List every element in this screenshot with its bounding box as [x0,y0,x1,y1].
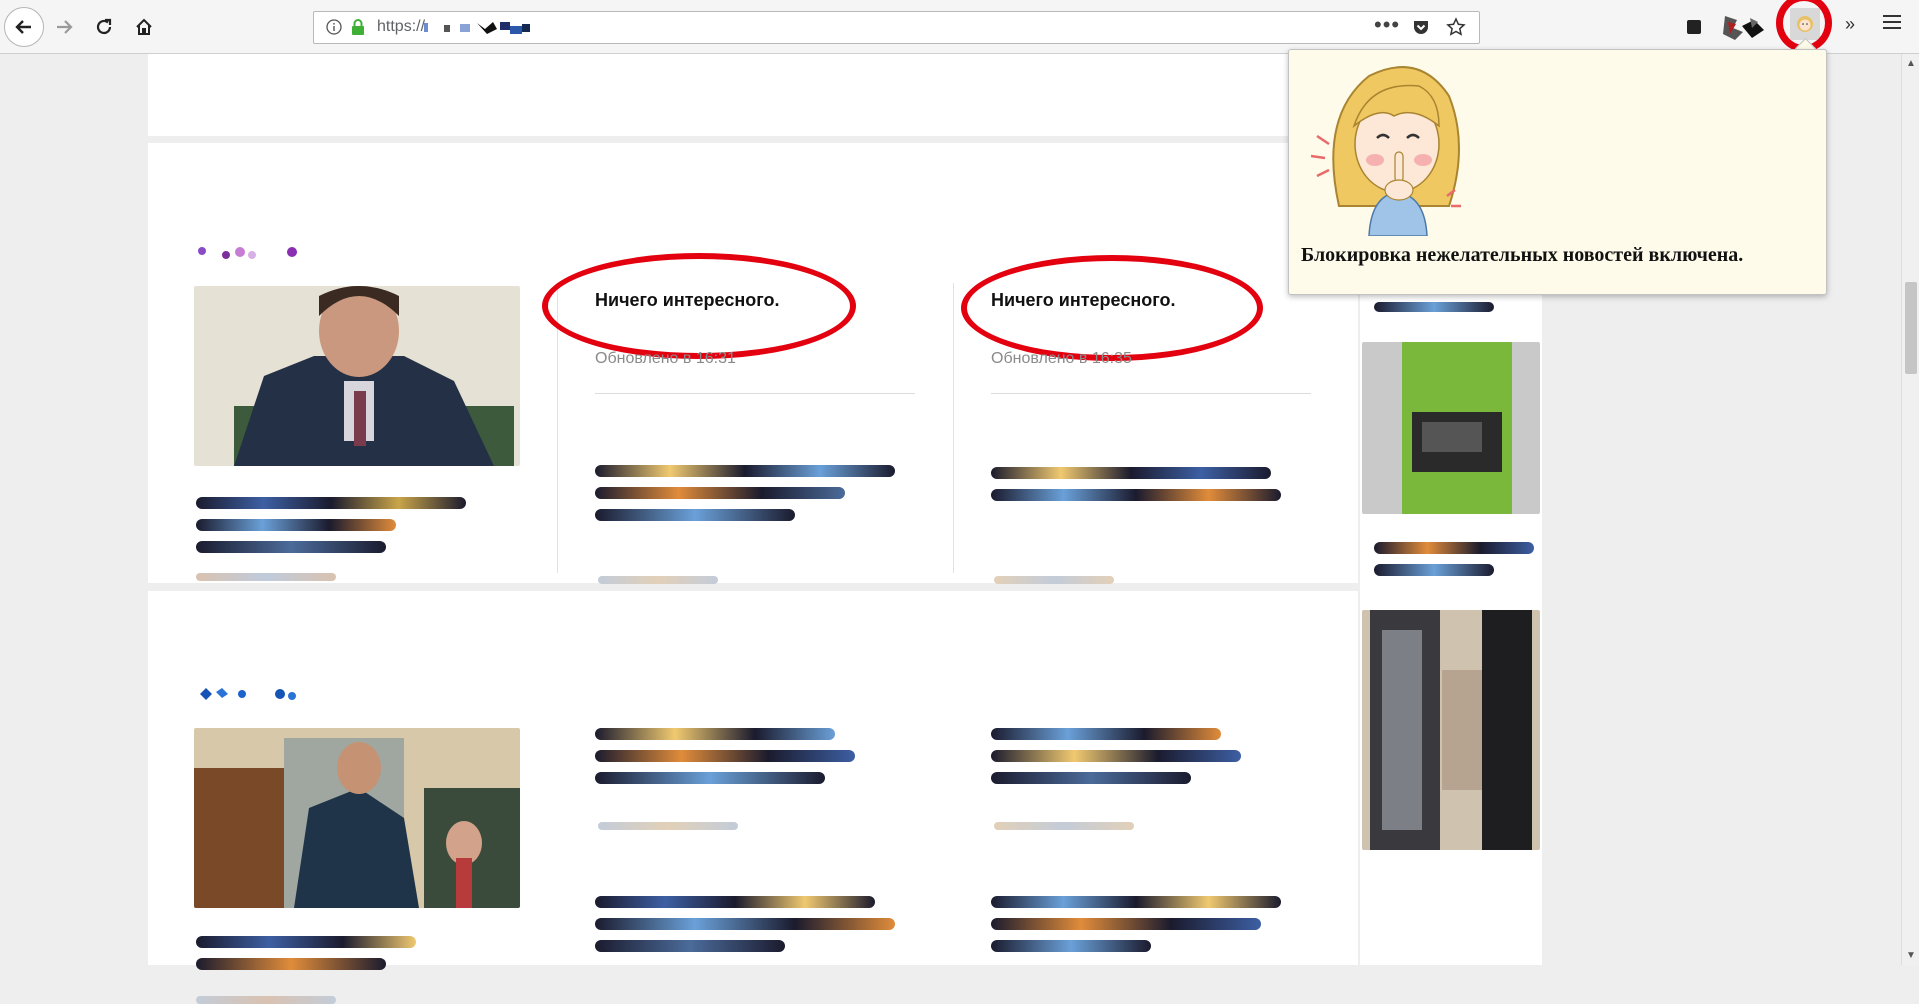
star-icon[interactable] [1446,17,1466,42]
lock-icon[interactable] [350,18,366,41]
source-redacted [598,822,738,830]
news-heading-column-1[interactable]: Ничего интересного. [595,290,779,311]
headline-redacted[interactable] [1374,302,1494,312]
category-tag-redacted [198,247,297,259]
news-card-row-1: Ничего интересного. Обновлено в 16:31 Ни… [148,143,1358,584]
news-card-row-2 [148,591,1358,1004]
forward-arrow-icon [57,20,73,34]
news-photo-4[interactable] [1362,610,1540,850]
headline-redacted[interactable] [991,918,1261,930]
updated-time-column-1: Обновлено в 16:31 [595,350,736,367]
back-button[interactable] [4,7,44,47]
headline-redacted[interactable] [595,896,875,908]
headline-redacted[interactable] [991,940,1151,952]
scroll-down-icon[interactable]: ▼ [1906,950,1916,961]
headline-redacted[interactable] [991,750,1241,762]
address-bar[interactable]: https:// ••• [313,11,1480,44]
reload-icon [96,18,112,35]
headline-redacted[interactable] [1374,564,1494,576]
scroll-up-icon[interactable]: ▲ [1906,58,1916,69]
news-photo-1[interactable] [194,286,520,466]
back-arrow-icon [15,20,31,34]
headline-redacted[interactable] [991,467,1271,479]
separator [595,393,915,394]
headline-redacted[interactable] [595,728,835,740]
news-card-top [148,54,1358,136]
news-card-right [1360,290,1542,965]
headline-redacted[interactable] [196,936,416,948]
girl-shush-illustration [1310,66,1461,236]
headline-redacted[interactable] [595,940,785,952]
headline-redacted[interactable] [595,772,825,784]
url-redacted-scribble [424,22,530,34]
source-redacted [196,573,336,581]
scroll-thumb[interactable] [1905,282,1917,374]
headline-redacted[interactable] [595,918,895,930]
popup-message: Блокировка нежелательных новостей включе… [1301,244,1744,266]
headline-redacted[interactable] [196,541,386,553]
headline-redacted[interactable] [196,497,466,509]
news-photo-3[interactable] [1362,342,1540,514]
headline-redacted[interactable] [595,487,845,499]
source-redacted [196,996,336,1004]
news-heading-column-2[interactable]: Ничего интересного. [991,290,1175,311]
extension-popup: Блокировка нежелательных новостей включе… [1288,49,1827,295]
source-redacted [994,576,1114,584]
extension-icons-row[interactable] [1635,8,1875,46]
pocket-icon[interactable] [1411,17,1431,42]
headline-redacted[interactable] [991,772,1191,784]
news-photo-2[interactable] [194,728,520,908]
menu-icon[interactable] [1883,14,1901,35]
separator [991,393,1311,394]
source-redacted [994,822,1134,830]
info-icon[interactable] [326,19,342,40]
source-redacted [598,576,718,584]
page-actions-button[interactable]: ••• [1374,12,1400,38]
column-divider [953,283,954,573]
headline-redacted[interactable] [991,896,1281,908]
headline-redacted[interactable] [991,728,1221,740]
reload-button[interactable] [86,9,122,45]
updated-time-column-2: Обновлено в 16:35 [991,350,1132,367]
headline-redacted[interactable] [595,465,895,477]
page-scrollbar[interactable]: ▲ ▼ [1901,54,1919,965]
toolbar-overflow-button[interactable]: » [1845,14,1855,35]
category-tag-redacted [200,688,296,700]
home-button[interactable] [126,9,162,45]
headline-redacted[interactable] [196,519,396,531]
headline-redacted[interactable] [1374,542,1534,554]
headline-redacted[interactable] [196,958,386,970]
headline-redacted[interactable] [595,509,795,521]
browser-toolbar: https:// ••• » [0,0,1919,54]
headline-redacted[interactable] [595,750,855,762]
url-text[interactable]: https:// [377,18,425,36]
headline-redacted[interactable] [991,489,1281,501]
home-icon [136,18,152,35]
forward-button[interactable] [46,9,82,45]
